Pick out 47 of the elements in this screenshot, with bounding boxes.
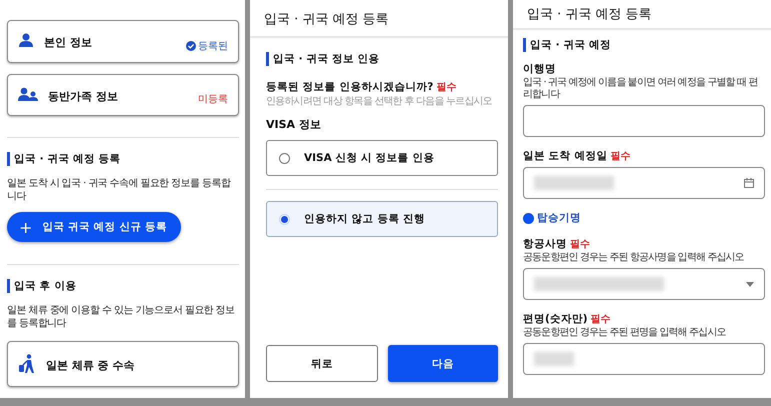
field-label-text: 등록된 정보를 인용하시겠습니까? — [266, 81, 434, 93]
date-field[interactable] — [523, 167, 765, 199]
dot-icon — [523, 212, 534, 224]
field-label-text: 항공사명 — [523, 238, 567, 250]
info-card[interactable]: 본인 정보 등록된 — [7, 20, 239, 62]
required-mark: 필수 — [590, 314, 611, 325]
register-button[interactable]: + 입국 귀국 예정 신규 등록 — [7, 212, 182, 242]
field-label: 이행명 — [523, 62, 557, 76]
group-label: VISA 정보 — [266, 117, 322, 132]
section-heading: 입국 · 귀국 예정 등록 — [7, 152, 239, 166]
walking-traveler-icon — [18, 354, 36, 374]
info-card[interactable]: 동반가족 정보 미등록 — [7, 74, 239, 116]
subheading: 탑승기명 — [537, 211, 581, 225]
menu-card[interactable]: 일본 체류 중 수속 — [7, 341, 239, 387]
field-hint: 입국 · 귀국 예정에 이름을 붙이면 여러 예정을 구별할 때 편리합니다 — [523, 77, 758, 101]
check-circle-icon — [186, 40, 196, 50]
required-mark: 필수 — [436, 82, 456, 93]
hint-text: 인용하시려면 대상 항목을 선택한 후 다음을 누르십시오 — [266, 96, 493, 108]
caret-icon — [746, 282, 754, 286]
next-button[interactable]: 다음 — [388, 345, 498, 382]
card-title: 동반가족 정보 — [48, 88, 118, 104]
dropdown-field[interactable] — [523, 268, 765, 300]
person-icon — [18, 33, 34, 47]
status-label: 등록된 — [198, 40, 228, 52]
input-field[interactable] — [523, 343, 765, 375]
card-title: 일본 체류 중 수속 — [46, 358, 134, 372]
family-icon — [18, 86, 38, 100]
field-label-text: 일본 도착 예정일 — [523, 150, 608, 162]
back-button[interactable]: 뒤로 — [266, 345, 378, 382]
card-title: 본인 정보 — [44, 35, 92, 50]
section-heading: 입국 · 귀국 정보 인용 — [266, 52, 498, 66]
section-description: 일본 체류 중에 이용할 수 있는 기능으로서 필요한 정보를 등록합니다 — [7, 304, 236, 330]
field-label-text: 편명(숫자만) — [523, 313, 588, 325]
radio-option[interactable]: VISA 신청 시 정보를 인용 — [266, 140, 498, 176]
calendar-icon — [744, 178, 754, 188]
required-mark: 필수 — [610, 151, 630, 162]
field-hint: 공동운항편인 경우는 주된 편명을 입력해 주십시오 — [523, 327, 727, 339]
field-hint: 공동운항편인 경우는 주된 항공사명을 입력해 주십시오 — [523, 252, 745, 264]
status-label: 미등록 — [198, 93, 228, 106]
section-heading: 입국 후 이용 — [7, 279, 239, 293]
screen-title: 입국 · 귀국 예정 등록 — [513, 0, 771, 30]
radio-option[interactable]: 인용하지 않고 등록 진행 — [266, 201, 498, 237]
required-mark: 필수 — [570, 239, 590, 250]
section-heading: 입국 · 귀국 예정 — [523, 38, 765, 52]
section-description: 일본 도착 시 입국 · 귀국 수속에 필요한 정보를 등록합니다 — [7, 177, 232, 203]
input-field[interactable] — [523, 105, 765, 137]
screen-title: 입국 · 귀국 예정 등록 — [250, 0, 508, 38]
